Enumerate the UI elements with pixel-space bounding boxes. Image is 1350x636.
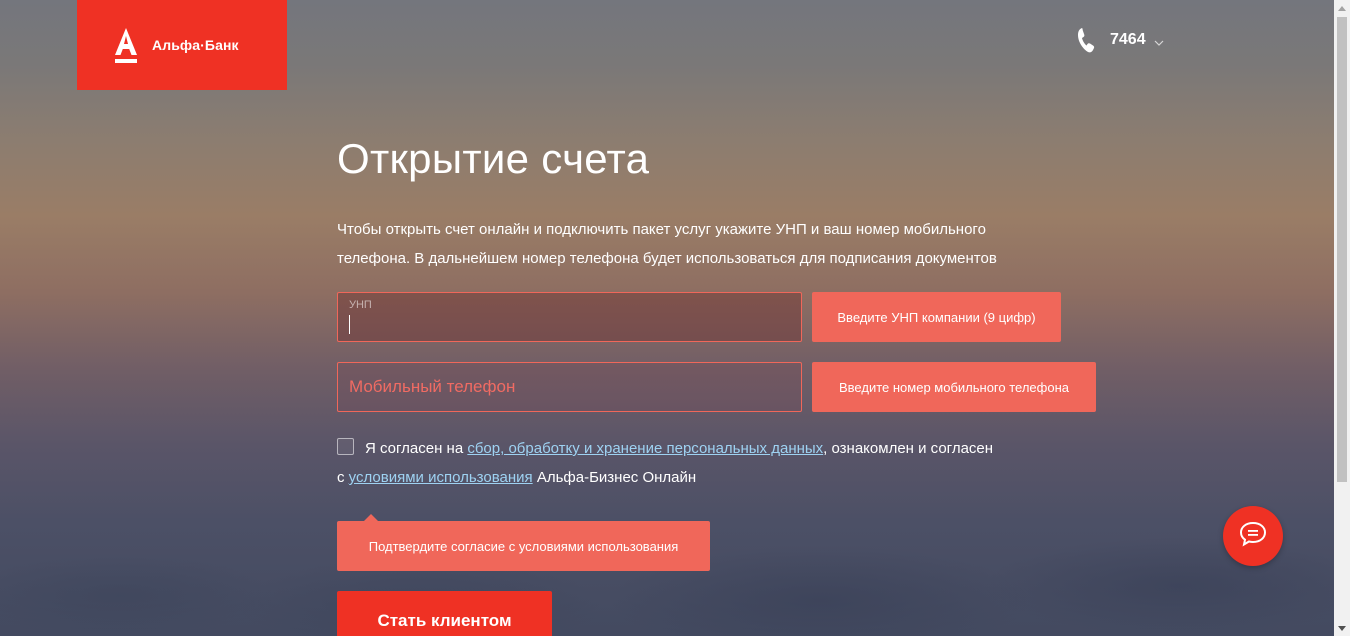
brand-name: Альфа·Банк: [152, 37, 239, 53]
consent-text-after: Альфа-Бизнес Онлайн: [532, 469, 697, 486]
unp-field[interactable]: УНП: [337, 292, 802, 342]
consent-text-c: с: [337, 469, 349, 486]
phone-contact[interactable]: 7464: [1076, 26, 1164, 54]
terms-link[interactable]: условиями использования: [349, 469, 533, 486]
chat-icon: [1238, 520, 1268, 553]
phone-input[interactable]: [338, 363, 801, 411]
phone-error-tip: Введите номер мобильного телефона: [812, 362, 1096, 412]
intro-text: Чтобы открыть счет онлайн и подключить п…: [337, 221, 997, 267]
scroll-thumb[interactable]: [1337, 17, 1347, 482]
vertical-scrollbar[interactable]: [1334, 0, 1350, 636]
personal-data-link[interactable]: сбор, обработку и хранение персональных …: [467, 440, 823, 457]
text-cursor: [349, 315, 350, 334]
consent-error-tip: Подтвердите согласие с условиями использ…: [337, 514, 710, 571]
scroll-up-arrow-icon[interactable]: [1334, 0, 1350, 16]
consent-checkbox[interactable]: [337, 438, 354, 455]
phone-icon: [1076, 26, 1098, 54]
scroll-down-arrow-icon[interactable]: [1334, 620, 1350, 636]
chevron-down-icon[interactable]: [1154, 35, 1164, 46]
unp-error-tip: Введите УНП компании (9 цифр): [812, 292, 1061, 342]
become-client-button[interactable]: Стать клиентом: [337, 591, 552, 636]
chat-button[interactable]: [1223, 506, 1283, 566]
consent-text-middle: , ознакомлен и согласен: [823, 440, 994, 457]
page-title: Открытие счета: [337, 135, 650, 182]
page: Альфа·Банк 7464 Открытие счета Чтобы отк…: [0, 0, 1334, 636]
alfa-logo-icon: [111, 25, 141, 65]
unp-label: УНП: [349, 299, 372, 311]
brand-logo[interactable]: Альфа·Банк: [77, 0, 287, 90]
consent-text-line2: с условиями использования Альфа-Бизнес О…: [337, 463, 696, 492]
phone-number: 7464: [1110, 31, 1146, 48]
phone-field[interactable]: [337, 362, 802, 412]
consent-text-before: Я согласен на: [365, 440, 468, 457]
consent-text-line1: Я согласен на сбор, обработку и хранение…: [365, 434, 993, 463]
